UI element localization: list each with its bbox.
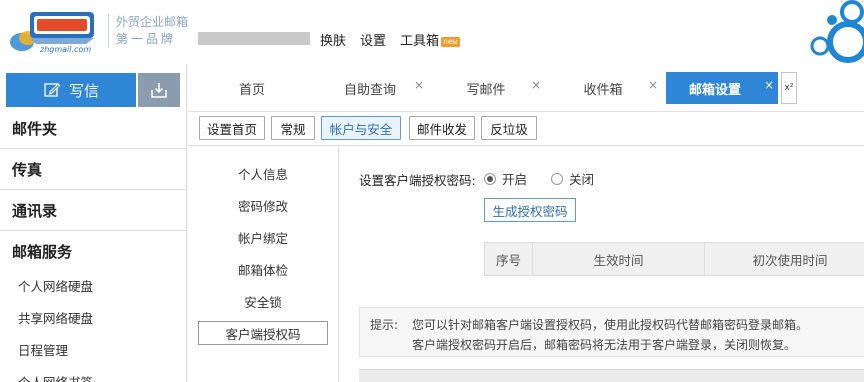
- radio-enable[interactable]: 开启: [484, 169, 527, 188]
- tab-mail-settings-close-icon[interactable]: ×: [764, 78, 774, 92]
- subtab-account-security[interactable]: 帐户与安全: [321, 116, 401, 140]
- compose-row: 写信: [6, 73, 180, 107]
- menu-client-auth-code[interactable]: 客户端授权码: [198, 321, 328, 345]
- brand-slogan: 外贸企业邮箱 第一品牌: [116, 14, 196, 48]
- nav-contacts-label: 通讯录: [12, 201, 58, 220]
- menu-personal-info[interactable]: 个人信息: [198, 161, 328, 185]
- left-sidebar: 写信 邮件夹 传真 通讯录 邮箱服务 个人网络硬盘 共享网络硬盘 日程管理 个人…: [0, 64, 187, 382]
- top-header: zhgmail.com 外贸企业邮箱 第一品牌 换肤 设置 工具箱 new: [0, 0, 864, 64]
- brand-line-1: 外贸企业邮箱: [116, 15, 189, 29]
- radio-disable[interactable]: 关闭: [551, 169, 594, 188]
- nav-folders[interactable]: 邮件夹: [0, 108, 186, 149]
- compose-label: 写信: [68, 81, 99, 100]
- tab-home-label: 首页: [238, 82, 265, 98]
- tab-compose-label: 写邮件: [466, 82, 506, 98]
- nav-bookmarks[interactable]: 个人网络书签: [0, 365, 186, 382]
- tab-inbox-label: 收件箱: [583, 82, 623, 98]
- nav-calendar[interactable]: 日程管理: [0, 333, 186, 365]
- tip-line-1: 您可以针对邮箱客户端设置授权码，使用此授权码代替邮箱密码登录邮箱。: [412, 318, 809, 332]
- brand-line-2: 第一品牌: [116, 32, 177, 46]
- skin-link[interactable]: 换肤: [320, 30, 346, 49]
- toolbox-label: 工具箱: [400, 34, 440, 49]
- tab-compose[interactable]: 写邮件: [436, 72, 536, 104]
- tab-self-query-close-icon[interactable]: ×: [414, 78, 424, 92]
- settings-subtabs: 设置首页 常规 帐户与安全 邮件收发 反垃圾: [188, 112, 864, 146]
- tab-self-query-label: 自助查询: [343, 82, 396, 98]
- tab-bar: 首页 自助查询 × 写邮件 × 收件箱 × 邮箱设置 × x²: [188, 64, 864, 112]
- nav-shared-disk-label: 共享网络硬盘: [18, 310, 94, 326]
- menu-security-lock[interactable]: 安全锁: [198, 289, 328, 313]
- radio-enable-label: 开启: [502, 172, 528, 187]
- tab-compose-close-icon[interactable]: ×: [531, 78, 541, 92]
- radio-disable-label: 关闭: [569, 172, 595, 187]
- inbox-download-icon: [151, 83, 167, 98]
- menu-mailbox-checkup[interactable]: 邮箱体检: [198, 257, 328, 281]
- menu-password-change[interactable]: 密码修改: [198, 193, 328, 217]
- nav-mail-services[interactable]: 邮箱服务: [0, 231, 186, 272]
- tip-line-2: 客户端授权密码开启后，邮箱密码将无法用于客户端登录，关闭则恢复。: [412, 338, 797, 352]
- tab-mail-settings[interactable]: 邮箱设置: [666, 72, 778, 104]
- col-index: 序号: [485, 243, 533, 275]
- receive-mail-button[interactable]: [138, 73, 180, 107]
- nav-shared-disk[interactable]: 共享网络硬盘: [0, 301, 186, 333]
- logo-domain-text: zhgmail.com: [40, 45, 92, 54]
- menu-account-binding[interactable]: 帐户绑定: [198, 225, 328, 249]
- col-effective-time: 生效时间: [533, 243, 705, 275]
- tip-label: 提示:: [370, 318, 399, 332]
- client-auth-panel: 设置客户端授权密码: 开启 关闭 生成授权密码 序号 生效时间 初次使用时间 提…: [340, 147, 864, 382]
- webmail-app: zhgmail.com 外贸企业邮箱 第一品牌 换肤 设置 工具箱 new 写信…: [0, 0, 864, 382]
- toolbox-link[interactable]: 工具箱 new: [400, 30, 460, 49]
- next-section-header: [359, 369, 864, 382]
- tab-home[interactable]: 首页: [202, 72, 302, 104]
- top-links: 换肤 设置 工具箱 new: [320, 30, 460, 49]
- tab-mail-settings-label: 邮箱设置: [688, 82, 741, 98]
- nav-fax-label: 传真: [12, 160, 43, 179]
- account-settings-menu: 个人信息 密码修改 帐户绑定 邮箱体检 安全锁 客户端授权码: [188, 147, 339, 382]
- tab-inbox-close-icon[interactable]: ×: [648, 78, 658, 92]
- decorative-bubbles: [810, 0, 864, 63]
- pencil-edit-icon: [44, 83, 61, 97]
- nav-fax[interactable]: 传真: [0, 149, 186, 190]
- brand-divider: [108, 14, 109, 48]
- subtab-general[interactable]: 常规: [271, 116, 315, 140]
- subtab-send-receive[interactable]: 邮件收发: [409, 116, 475, 140]
- nav-contacts[interactable]: 通讯录: [0, 190, 186, 231]
- nav-calendar-label: 日程管理: [18, 342, 69, 358]
- tab-inbox[interactable]: 收件箱: [553, 72, 653, 104]
- compose-button[interactable]: 写信: [6, 73, 136, 107]
- settings-link[interactable]: 设置: [360, 30, 386, 49]
- nav-folders-label: 邮件夹: [12, 119, 58, 138]
- company-logo[interactable]: zhgmail.com: [6, 8, 106, 58]
- radio-disable-dot: [551, 172, 563, 185]
- radio-enable-dot: [484, 172, 496, 185]
- nav-mail-services-label: 邮箱服务: [12, 243, 73, 261]
- nav-personal-disk[interactable]: 个人网络硬盘: [0, 269, 186, 301]
- nav-bookmarks-label: 个人网络书签: [18, 374, 94, 382]
- subtab-settings-home[interactable]: 设置首页: [199, 116, 265, 140]
- auth-code-table: 序号 生效时间 初次使用时间: [484, 242, 864, 276]
- nav-personal-disk-label: 个人网络硬盘: [18, 278, 94, 294]
- subtab-anti-spam[interactable]: 反垃圾: [481, 116, 537, 140]
- tab-self-query[interactable]: 自助查询: [320, 72, 420, 104]
- redacted-username: [198, 32, 310, 45]
- col-first-use-time: 初次使用时间: [752, 252, 828, 268]
- new-badge: new: [441, 36, 460, 47]
- tip-box: 提示: 您可以针对邮箱客户端设置授权码，使用此授权码代替邮箱密码登录邮箱。 客户…: [359, 307, 864, 357]
- auth-password-label: 设置客户端授权密码:: [359, 173, 476, 188]
- generate-auth-password-button[interactable]: 生成授权密码: [484, 198, 576, 222]
- tab-expand-button[interactable]: x²: [781, 72, 797, 104]
